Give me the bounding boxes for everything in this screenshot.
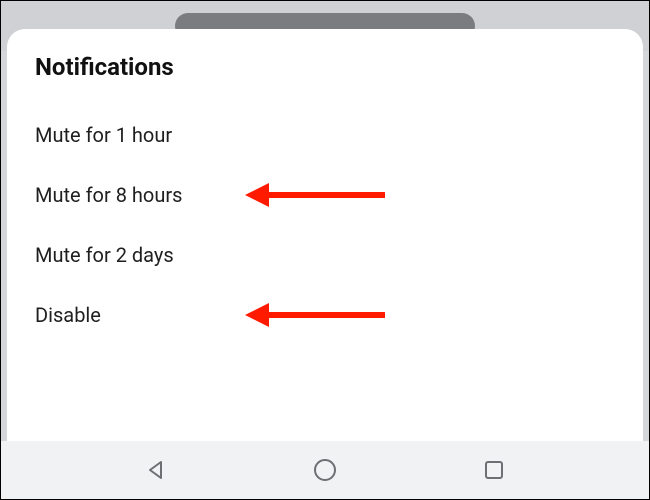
option-label: Mute for 1 hour <box>35 123 172 147</box>
nav-back-icon[interactable] <box>142 456 170 484</box>
option-mute-1-hour[interactable]: Mute for 1 hour <box>35 105 615 165</box>
option-label: Mute for 2 days <box>35 243 174 267</box>
option-mute-2-days[interactable]: Mute for 2 days <box>35 225 615 285</box>
option-disable[interactable]: Disable <box>35 285 615 345</box>
sheet-title: Notifications <box>35 53 615 81</box>
android-nav-bar <box>1 441 649 499</box>
option-label: Mute for 8 hours <box>35 183 182 207</box>
annotation-arrow <box>245 300 385 330</box>
nav-recent-icon[interactable] <box>480 456 508 484</box>
option-label: Disable <box>35 303 101 327</box>
mute-options-menu: Mute for 1 hour Mute for 8 hours Mute fo… <box>35 105 615 345</box>
option-mute-8-hours[interactable]: Mute for 8 hours <box>35 165 615 225</box>
nav-home-icon[interactable] <box>311 456 339 484</box>
screen-frame: Notifications Mute for 1 hour Mute for 8… <box>1 1 649 499</box>
notifications-sheet: Notifications Mute for 1 hour Mute for 8… <box>7 29 643 441</box>
annotation-arrow <box>245 180 385 210</box>
